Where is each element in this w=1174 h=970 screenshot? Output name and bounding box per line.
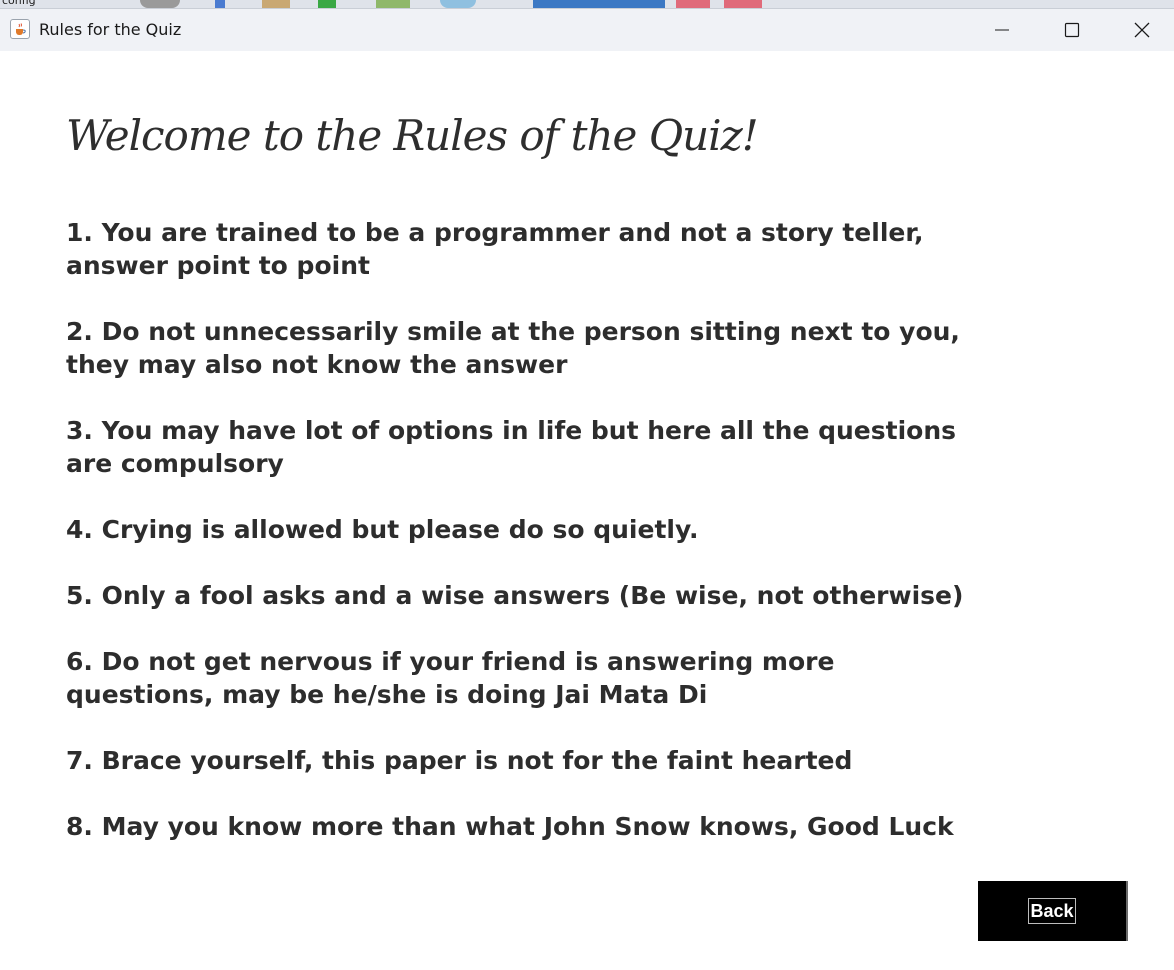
- rule-item-4: 4. Crying is allowed but please do so qu…: [66, 515, 699, 544]
- rule-item-8: 8. May you know more than what John Snow…: [66, 812, 954, 841]
- desktop-icon-fragment: [262, 0, 290, 8]
- back-button[interactable]: Back: [978, 881, 1128, 941]
- rule-item-3: 3. You may have lot of options in life b…: [66, 416, 957, 478]
- close-icon: [1134, 22, 1150, 38]
- maximize-icon: [1064, 22, 1080, 38]
- rule-item-6: 6. Do not get nervous if your friend is …: [66, 647, 835, 709]
- desktop-icon-fragment: [724, 0, 762, 8]
- desktop-icon-fragment: [318, 0, 336, 8]
- window-title: Rules for the Quiz: [39, 20, 182, 39]
- rules-panel: Welcome to the Rules of the Quiz! 1. You…: [0, 51, 1174, 970]
- desktop-icon-fragment: [533, 0, 665, 8]
- rules-list: 1. You are trained to be a programmer an…: [66, 216, 966, 876]
- title-bar[interactable]: Rules for the Quiz: [0, 9, 1174, 51]
- desktop-icon-fragment: [215, 0, 225, 8]
- maximize-button[interactable]: [1037, 9, 1107, 51]
- rule-item-5: 5. Only a fool asks and a wise answers (…: [66, 581, 964, 610]
- java-cup-icon: [10, 19, 30, 39]
- rule-item-7: 7. Brace yourself, this paper is not for…: [66, 746, 853, 775]
- desktop-icon-fragment: [676, 0, 710, 8]
- desktop-icon-fragment: [376, 0, 410, 8]
- desktop-taskbar-strip: config: [0, 0, 1174, 8]
- desktop-icon-fragment: [140, 0, 180, 8]
- minimize-icon: [995, 29, 1009, 31]
- quiz-rules-window: Rules for the Quiz Welcome to the Rules …: [0, 8, 1174, 970]
- desktop-partial-label: config: [2, 0, 36, 7]
- desktop-icon-fragment: [440, 0, 476, 8]
- page-heading: Welcome to the Rules of the Quiz!: [66, 111, 759, 160]
- back-button-label: Back: [1028, 898, 1076, 924]
- close-button[interactable]: [1107, 9, 1174, 51]
- rule-item-2: 2. Do not unnecessarily smile at the per…: [66, 317, 960, 379]
- rule-item-1: 1. You are trained to be a programmer an…: [66, 218, 924, 280]
- minimize-button[interactable]: [967, 9, 1037, 51]
